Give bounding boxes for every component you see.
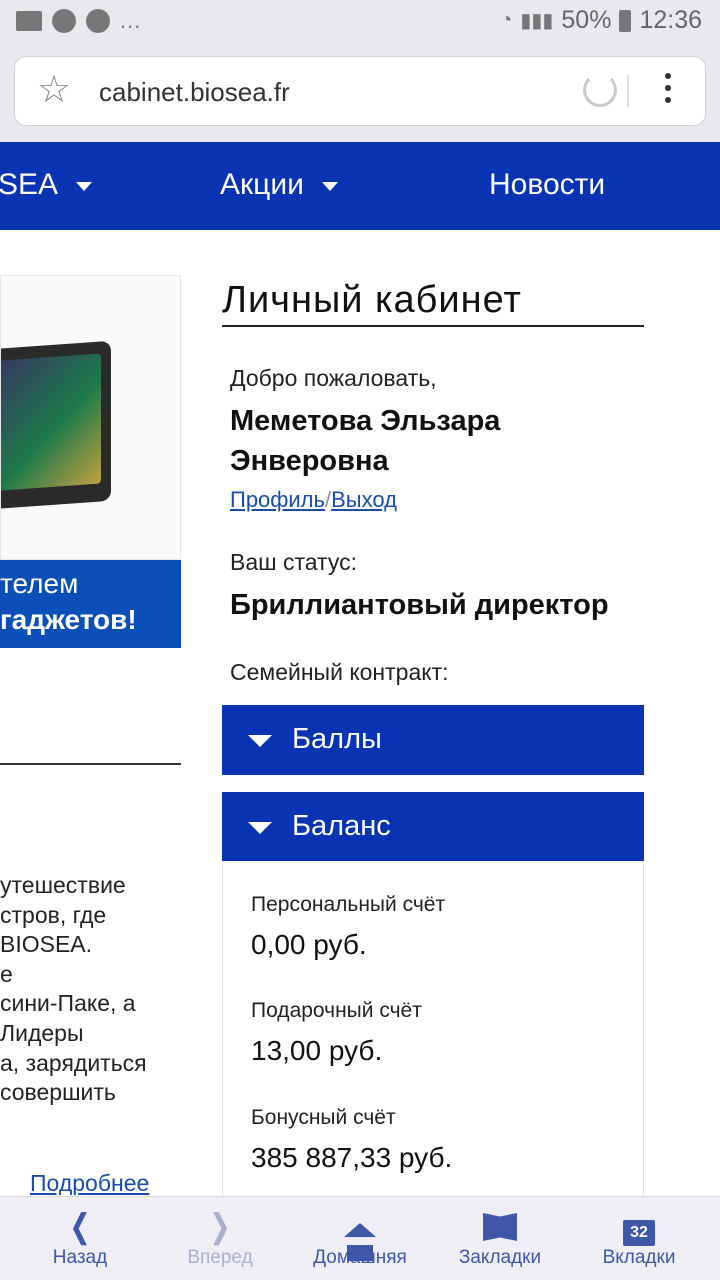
- accordion-label: Баланс: [292, 810, 391, 842]
- balance-panel: Персональный счёт 0,00 руб. Подарочный с…: [222, 861, 644, 1201]
- balance-accordion[interactable]: Баланс: [222, 792, 644, 862]
- reload-icon[interactable]: [583, 73, 617, 107]
- url-text[interactable]: cabinet.biosea.fr: [99, 77, 290, 108]
- system-icons: ◔ ▮▮▮ 50% 12:36: [500, 6, 702, 35]
- promo-text: утешествие стров, где BIOSEA. е сини-Пак…: [0, 871, 182, 1108]
- promo-line-2: гаджетов!: [0, 604, 137, 635]
- promo-text-line: совершить: [0, 1079, 116, 1106]
- welcome-text: Добро пожаловать,: [230, 365, 437, 391]
- divider: [627, 75, 629, 107]
- menu-kebab-icon[interactable]: [665, 73, 671, 103]
- nav-item-label: SEA: [0, 168, 59, 201]
- title-divider: [222, 325, 644, 327]
- status-label: Ваш статус:: [230, 549, 357, 575]
- back-button[interactable]: ❬ Назад: [10, 1207, 150, 1269]
- promo-image[interactable]: [0, 275, 181, 560]
- bonus-account-value: 385 887,33 руб.: [251, 1142, 453, 1173]
- promo-text-line: сини-Паке, а: [0, 990, 136, 1017]
- missed-call-icon: [52, 9, 76, 33]
- gift-account-value: 13,00 руб.: [251, 1035, 383, 1066]
- page-title: Личный кабинет: [222, 279, 522, 321]
- chevron-down-icon: [321, 181, 338, 191]
- home-icon: [290, 1207, 430, 1261]
- promo-text-line: BIOSEA.: [0, 931, 93, 958]
- forward-label: Вперед: [187, 1247, 253, 1268]
- promo-column: телем гаджетов! утешествие стров, где BI…: [0, 275, 182, 1195]
- more-notifications: ...: [120, 8, 142, 33]
- section-divider: [0, 763, 181, 765]
- accordion-label: Баллы: [292, 723, 382, 755]
- personal-account-label: Персональный счёт: [251, 893, 446, 916]
- tabs-label: Вкладки: [602, 1247, 676, 1268]
- home-label: Домашняя: [313, 1247, 407, 1268]
- gift-account-label: Подарочный счёт: [251, 999, 422, 1022]
- forward-button[interactable]: ❭ Вперед: [150, 1207, 290, 1269]
- status-bar: ... ◔ ▮▮▮ 50% 12:36: [0, 0, 720, 44]
- tablet-screen: [1, 353, 101, 493]
- browser-bottom-toolbar: ❬ Назад ❭ Вперед Домашняя Закладки 32 Вк…: [0, 1196, 720, 1280]
- promo-line-1: телем: [0, 568, 79, 599]
- logout-link[interactable]: Выход: [331, 487, 397, 512]
- bonus-account-label: Бонусный счёт: [251, 1106, 396, 1129]
- notification-icons: ...: [16, 8, 141, 34]
- signal-icon: ▮▮▮: [520, 10, 554, 32]
- home-button[interactable]: Домашняя: [290, 1207, 430, 1269]
- bookmark-star-icon[interactable]: ☆: [37, 71, 71, 109]
- tablet-illustration: [1, 340, 111, 512]
- back-label: Назад: [52, 1247, 108, 1268]
- promo-banner[interactable]: телем гаджетов!: [0, 560, 181, 648]
- chevron-down-icon: [76, 181, 93, 191]
- chevron-right-icon: ❭: [206, 1208, 234, 1244]
- nav-item-label: Акции: [220, 168, 304, 201]
- promo-text-line: е: [0, 960, 13, 987]
- family-contract-label: Семейный контракт:: [230, 659, 449, 685]
- points-accordion[interactable]: Баллы: [222, 705, 644, 775]
- promo-text-line: утешествие: [0, 872, 126, 898]
- triangle-down-icon: [248, 735, 272, 747]
- nav-item-label: Новости: [489, 168, 606, 201]
- battery-icon: [619, 9, 632, 32]
- account-links: Профиль/Выход: [230, 487, 397, 513]
- nav-item-biosea[interactable]: SEA: [0, 168, 93, 202]
- telegram-icon: [86, 9, 110, 33]
- more-link[interactable]: Подробнее: [30, 1170, 149, 1195]
- address-bar[interactable]: ☆ cabinet.biosea.fr: [14, 56, 706, 126]
- mail-icon: [16, 11, 42, 31]
- tabs-count: 32: [623, 1220, 655, 1246]
- site-nav: SEA Акции Новости: [0, 142, 720, 230]
- promo-text-line: а, зарядиться: [0, 1049, 147, 1076]
- bookmarks-button[interactable]: Закладки: [430, 1207, 570, 1269]
- browser-toolbar: ☆ cabinet.biosea.fr: [0, 44, 720, 142]
- wifi-icon: ◔: [500, 9, 513, 31]
- personal-account-value: 0,00 руб.: [251, 929, 367, 960]
- profile-link[interactable]: Профиль: [230, 487, 325, 512]
- nav-item-promotions[interactable]: Акции: [220, 168, 338, 202]
- battery-percent: 50%: [561, 6, 612, 34]
- chevron-left-icon: ❬: [66, 1208, 94, 1244]
- tabs-icon: 32: [569, 1207, 709, 1246]
- bookmarks-label: Закладки: [458, 1247, 542, 1268]
- promo-text-line: стров, где: [0, 901, 107, 928]
- nav-item-news[interactable]: Новости: [489, 168, 605, 202]
- clock: 12:36: [639, 6, 702, 34]
- promo-text-line: Лидеры: [0, 1019, 84, 1046]
- book-icon: [430, 1207, 570, 1245]
- user-name: Меметова Эльзара Энверовна: [230, 405, 501, 477]
- triangle-down-icon: [248, 822, 272, 834]
- tabs-button[interactable]: 32 Вкладки: [569, 1207, 709, 1269]
- status-value: Бриллиантовый директор: [230, 589, 609, 621]
